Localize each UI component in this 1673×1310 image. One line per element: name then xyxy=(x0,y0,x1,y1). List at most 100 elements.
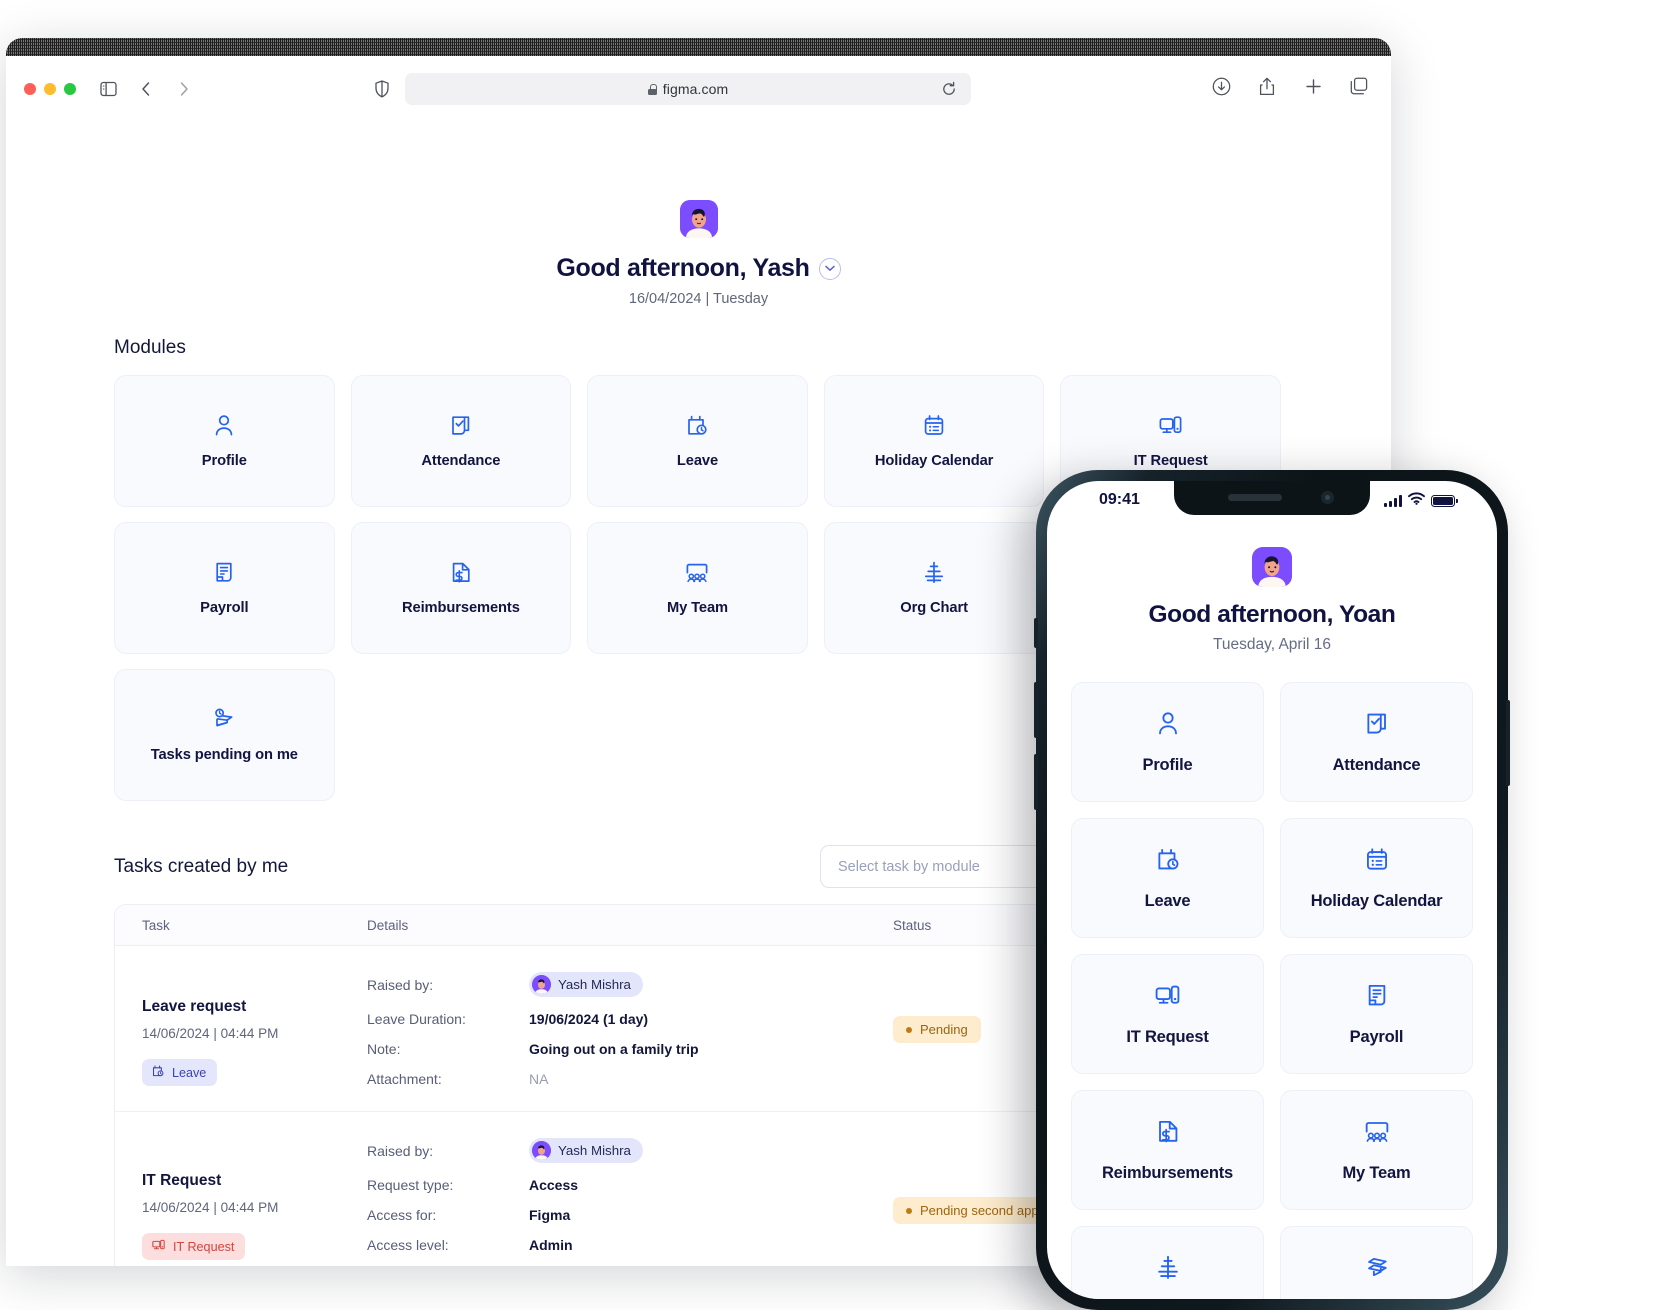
status-badge: Pending xyxy=(893,1016,981,1043)
status-dot-icon xyxy=(906,1026,912,1033)
module-card-holiday-calendar[interactable]: Holiday Calendar xyxy=(823,375,1045,507)
detail-value: Going out on a family trip xyxy=(529,1041,699,1057)
tabs-icon[interactable] xyxy=(1349,76,1369,96)
module-card-tasks-pending-on-me[interactable]: Tasks pending on me xyxy=(114,669,335,801)
phone-front-camera xyxy=(1321,491,1334,504)
phone-power-button[interactable] xyxy=(1506,700,1510,786)
team-icon xyxy=(1363,1118,1391,1150)
calendar-clock-icon xyxy=(685,413,709,438)
avatar xyxy=(1252,547,1292,587)
address-bar[interactable]: figma.com xyxy=(405,73,971,105)
module-label: Profile xyxy=(1142,755,1193,774)
detail-item: Raised by: Yash Mishra xyxy=(367,972,893,997)
module-label: Reimbursements xyxy=(402,600,520,616)
module-label: Holiday Calendar xyxy=(874,453,994,469)
details-cell: Raised by: Yash Mishra Request type: Acc… xyxy=(367,1138,893,1266)
tag-label: IT Request xyxy=(173,1239,235,1254)
window-controls[interactable] xyxy=(24,83,76,95)
phone-greeting-text: Good afternoon, Yoan xyxy=(1148,601,1396,628)
screenshot-root: figma.com Good afternoon, Yash 16/04/202… xyxy=(0,0,1673,1310)
device-request-icon xyxy=(1154,982,1181,1014)
maximize-window-button[interactable] xyxy=(64,83,76,95)
phone-module-card-org-chart[interactable]: Org Chart xyxy=(1071,1226,1264,1299)
user-icon xyxy=(1155,710,1181,742)
phone-module-card-reimbursements[interactable]: Reimbursements xyxy=(1071,1090,1264,1210)
detail-key: Request type: xyxy=(367,1177,454,1193)
person-chip: Yash Mishra xyxy=(529,972,643,997)
module-card-payroll[interactable]: Payroll xyxy=(114,522,335,654)
module-label: Org Chart xyxy=(900,600,968,616)
phone-module-card-payroll[interactable]: Payroll xyxy=(1280,954,1473,1074)
detail-item: Note: Going out on a family trip xyxy=(367,1041,893,1057)
detail-item: Raised by: Yash Mishra xyxy=(367,1138,893,1163)
share-icon[interactable] xyxy=(1257,76,1277,96)
column-header-task: Task xyxy=(142,917,170,933)
module-card-org-chart[interactable]: Org Chart xyxy=(823,522,1045,654)
new-tab-icon[interactable] xyxy=(1303,76,1323,96)
payslip-icon xyxy=(212,560,236,585)
close-window-button[interactable] xyxy=(24,83,36,95)
module-card-attendance[interactable]: Attendance xyxy=(350,375,572,507)
avatar xyxy=(532,975,551,994)
module-label: Tasks pending on me xyxy=(150,747,298,763)
person-name: Yash Mishra xyxy=(558,977,631,992)
check-document-icon xyxy=(449,413,473,438)
detail-value: 19/06/2024 (1 day) xyxy=(529,1011,649,1027)
url-text: figma.com xyxy=(662,81,729,97)
phone-module-card-it-request[interactable]: IT Request xyxy=(1071,954,1264,1074)
phone-module-card-leave[interactable]: Leave xyxy=(1071,818,1264,938)
phone-module-card-profile[interactable]: Profile xyxy=(1071,682,1264,802)
privacy-shield-icon[interactable] xyxy=(374,80,390,98)
dollar-document-icon xyxy=(449,560,473,585)
browser-toolbar: figma.com xyxy=(6,56,1391,123)
lock-icon xyxy=(647,83,657,95)
phone-module-card-attendance[interactable]: Attendance xyxy=(1280,682,1473,802)
tasks-heading: Tasks created by me xyxy=(114,856,289,877)
cellular-signal-icon xyxy=(1384,495,1402,507)
calendar-clock-icon xyxy=(1155,846,1181,878)
sidebar-icon[interactable] xyxy=(98,79,118,99)
module-label: Leave xyxy=(1144,891,1191,910)
detail-key: Access level: xyxy=(367,1237,449,1253)
module-card-profile[interactable]: Profile xyxy=(114,375,335,507)
forward-icon[interactable] xyxy=(174,79,194,99)
status-bar-time: 09:41 xyxy=(1099,491,1140,508)
detail-item: Attachment: NA xyxy=(367,1071,893,1087)
calendar-clock-icon xyxy=(151,1064,165,1081)
reload-icon[interactable] xyxy=(941,81,957,97)
download-icon[interactable] xyxy=(1211,76,1231,96)
back-icon[interactable] xyxy=(136,79,156,99)
phone-volume-up-button[interactable] xyxy=(1034,682,1038,738)
detail-key: Leave Duration: xyxy=(367,1011,466,1027)
status-label: Pending xyxy=(920,1022,968,1037)
task-name: Leave request xyxy=(142,998,247,1015)
phone-mute-switch[interactable] xyxy=(1034,618,1038,648)
detail-value: Figma xyxy=(529,1207,571,1223)
phone-module-card-holiday-calendar[interactable]: Holiday Calendar xyxy=(1280,818,1473,938)
dollar-document-icon xyxy=(1155,1118,1181,1150)
module-card-reimbursements[interactable]: Reimbursements xyxy=(350,522,572,654)
module-label: Payroll xyxy=(1349,1027,1404,1046)
module-card-leave[interactable]: Leave xyxy=(587,375,808,507)
status-bar-indicators xyxy=(1384,492,1458,510)
module-label: Attendance xyxy=(1332,755,1421,774)
calendar-list-icon xyxy=(1364,846,1390,878)
phone-module-card-tasks[interactable]: Tasks xyxy=(1280,1226,1473,1299)
chevron-down-icon[interactable] xyxy=(818,257,841,280)
module-label: My Team xyxy=(666,600,729,616)
phone-volume-down-button[interactable] xyxy=(1034,754,1038,810)
person-name: Yash Mishra xyxy=(558,1143,631,1158)
phone-modules-grid: Profile Attendance Leave Holiday Calenda… xyxy=(1071,682,1473,1299)
module-card-my-team[interactable]: My Team xyxy=(587,522,808,654)
org-chart-icon xyxy=(922,560,946,585)
avatar xyxy=(532,1141,551,1160)
phone-module-card-my-team[interactable]: My Team xyxy=(1280,1090,1473,1210)
detail-key: Access for: xyxy=(367,1207,437,1223)
module-label: IT Request xyxy=(1133,453,1208,469)
column-header-details: Details xyxy=(367,917,409,933)
minimize-window-button[interactable] xyxy=(44,83,56,95)
module-label: Payroll xyxy=(200,600,249,616)
greeting-text: Good afternoon, Yash xyxy=(556,254,810,282)
tasks-pending-icon xyxy=(211,707,237,732)
tasks-created-icon xyxy=(1363,1254,1391,1286)
